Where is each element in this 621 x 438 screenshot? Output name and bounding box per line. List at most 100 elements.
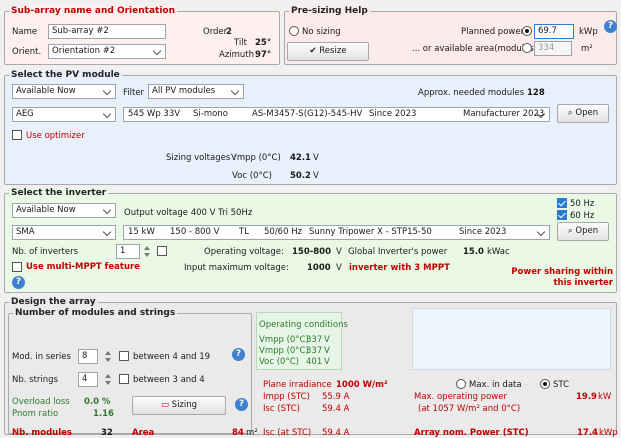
hz50-checkbox[interactable] [557,198,567,208]
presizing-legend: Pre-sizing Help [289,6,370,16]
nb-inverters-spinner[interactable] [143,244,151,259]
mod-series-label: Mod. in series [12,352,71,362]
area-input[interactable]: 334 [534,41,572,56]
sizing-button-label: Sizing [171,400,198,410]
orientation-select[interactable]: Orientation #2 [48,44,166,59]
inverter-manufacturer-select[interactable]: SMA [12,225,116,240]
input-max-label: Input maximum voltage: [184,263,289,273]
chart-icon: ▭ [160,400,169,410]
op-voltage-unit: V [336,247,342,257]
planned-power-label: Planned power [461,27,525,37]
nb-strings-label: Nb. strings [12,375,58,385]
planned-power-radio[interactable] [522,26,532,36]
irradiance-label: Plane irradiance [263,380,332,390]
order-label: Order [203,27,228,37]
needed-modules-label: Approx. needed modules [418,88,525,98]
max-op-power-unit: kW [598,392,612,402]
nb-strings-input[interactable]: 4 [78,372,98,387]
max-op-power-value: 19.9 [576,392,597,402]
area-unit: m² [581,44,593,54]
mod-series-help-icon[interactable]: ? [232,348,245,361]
pv-model-power: 545 Wp 33V [128,109,181,119]
pnom-label: Pnom ratio [12,409,59,419]
opcond-row-1-label: Vmpp (0°C) [259,335,309,345]
voc-label: Voc (0°C) [232,171,272,181]
pv-availability-select[interactable]: Available Now [12,84,116,99]
sizing-button[interactable]: ▭ Sizing [132,396,226,415]
no-sizing-label: No sizing [302,27,341,37]
irradiance-value: 1000 W/m² [336,380,388,390]
hz50-label: 50 Hz [570,199,595,209]
impp-label: Impp (STC) [263,392,310,402]
mod-series-range: between 4 and 19 [133,352,211,362]
opcond-row-3-label: Voc (0°C) [259,357,299,367]
input-max-value: 1000 [307,263,331,273]
inv-model-since: Since 2023 [459,227,507,237]
vmpp-unit: V [313,153,319,163]
name-label: Name [12,27,38,37]
tilt-value: 25° [255,38,272,48]
needed-modules-value: 128 [527,88,545,98]
pv-model-select[interactable]: 545 Wp 33V Si-mono AS-M3457-S(G12)-545-H… [123,107,550,122]
multi-mppt-checkbox[interactable] [12,262,22,272]
inverter-availability-select[interactable]: Available Now [12,203,116,218]
area-label: ... or available area(modules) [412,44,538,54]
inv-model-freq: 50/60 Hz [264,227,303,237]
global-power-unit: kWac [487,247,510,257]
pv-filter-select[interactable]: All PV modules [148,84,244,99]
max-in-data-label: Max. in data [469,380,522,390]
power-sharing-line2: this inverter [553,278,613,288]
pv-module-legend: Select the PV module [9,70,122,80]
resize-button[interactable]: ✔ Resize [287,42,369,61]
pv-open-button[interactable]: ⌕ Open [557,104,609,123]
pv-open-label: Open [575,108,599,118]
resize-button-label: Resize [319,46,347,56]
nb-inverters-checkbox[interactable] [157,246,167,256]
planned-power-unit: kWp [579,27,598,37]
inv-model-name: Sunny Tripower X - STP15-50 [309,227,432,237]
max-in-data-radio[interactable] [456,379,466,389]
pv-model-since: Since 2023 [369,109,417,119]
planned-power-input[interactable]: 69.7 [534,24,574,39]
mppt-note: inverter with 3 MPPT [349,263,450,273]
stc-radio[interactable] [540,379,550,389]
inv-model-voltage: 150 - 800 V [170,227,220,237]
azimuth-value: 97° [255,50,272,60]
opcond-row-3-value: 401 [306,357,323,367]
optimizer-checkbox[interactable] [12,130,22,140]
azimuth-label: Azimuth [219,50,255,60]
voc-unit: V [313,171,319,181]
inverter-open-button[interactable]: ⌕ Open [557,222,609,241]
nb-inverters-input[interactable]: 1 [116,244,140,259]
area-radio[interactable] [522,43,532,53]
mod-series-input[interactable]: 8 [78,349,98,364]
mod-series-spinner[interactable] [104,349,112,364]
nb-strings-spinner[interactable] [104,372,112,387]
opcond-title: Operating conditions [259,320,348,330]
inverter-model-select[interactable]: 15 kW 150 - 800 V TL 50/60 Hz Sunny Trip… [123,225,550,240]
vmpp-label: Vmpp (0°C) [231,153,281,163]
inv-model-type: TL [239,227,249,237]
subarray-name-input[interactable]: Sub-array #2 [48,24,166,39]
sizing-help-icon[interactable]: ? [235,398,248,411]
check-icon: ✔ [309,46,317,56]
pv-manufacturer-select[interactable]: AEG [12,107,116,122]
opcond-row-2-unit: V [324,346,330,356]
opcond-row-2-label: Vmpp (0°C) [259,346,309,356]
no-sizing-radio[interactable] [289,26,299,36]
presizing-help-icon[interactable]: ? [604,20,617,33]
voc-value: 50.2 [290,171,311,181]
mod-series-checkbox[interactable] [119,351,129,361]
pnom-value: 1.16 [93,409,114,419]
nb-inverters-label: Nb. of inverters [12,247,79,257]
nb-strings-range: between 3 and 4 [133,375,205,385]
stc-label: STC [553,380,570,390]
hz60-label: 60 Hz [570,211,595,221]
magnifier-icon: ⌕ [567,226,573,236]
inverter-help-icon[interactable]: ? [12,276,25,289]
max-op-power-note: (at 1057 W/m² and 0°C) [418,404,521,414]
magnifier-icon: ⌕ [567,108,573,118]
hz60-checkbox[interactable] [557,210,567,220]
nb-strings-checkbox[interactable] [119,374,129,384]
overload-value: 0.0 % [84,397,111,407]
